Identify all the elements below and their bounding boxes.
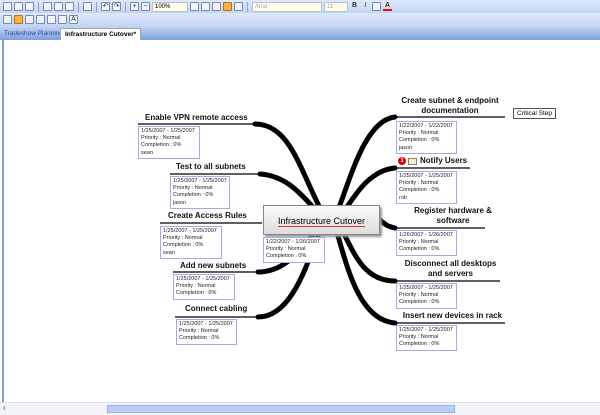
topic-title[interactable]: Notify Users (420, 156, 467, 166)
topic-title[interactable]: Insert new devices in rack (400, 311, 505, 321)
email-icon (408, 158, 417, 165)
topic-title[interactable]: Add new subnets (180, 261, 246, 271)
topic-info: 1/25/2007 - 1/25/2007 Priority : Normal Co… (396, 325, 457, 351)
connector (377, 217, 398, 231)
topic-info: 1/25/2007 - 1/25/2007 Priority : Normal Co… (170, 176, 230, 209)
topic-title[interactable]: Create subnet & endpoint documentation (395, 96, 505, 116)
central-topic-info: 1/22/2007 - 1/26/2007 Priority : Normal Co… (263, 237, 325, 263)
priority-1-icon: 1 (398, 157, 406, 165)
topic-info: 1/25/2007 - 1/25/2007 Priority : Normal Co… (160, 226, 222, 259)
topic-info: 1/26/2007 - 1/26/2007 Priority : Normal Co… (396, 230, 457, 256)
critical-step-callout[interactable]: Critical Step (513, 108, 557, 119)
topic-info: 1/25/2007 - 1/25/2007 Priority : Normal Co… (173, 274, 235, 300)
topic-info: 1/25/2007 - 1/25/2007 Priority : Normal Co… (138, 126, 200, 159)
connector (252, 121, 325, 215)
connector (335, 114, 398, 213)
topic-title[interactable]: Create Access Rules (168, 211, 247, 221)
topic-title[interactable]: Disconnect all desktops and servers (398, 259, 503, 279)
topic-info: 1/25/2007 - 1/25/2007 Priority : Normal Co… (396, 171, 457, 204)
central-topic[interactable]: Infrastructure Cutover (263, 205, 380, 235)
topic-info: 1/25/2007 - 1/25/2007 Priority : Normal Co… (176, 319, 237, 345)
topic-title[interactable]: Enable VPN remote access (145, 113, 248, 123)
scrollbar-thumb[interactable] (107, 405, 455, 413)
topic-info: 1/25/2007 - 1/25/2007 Priority : Normal Co… (396, 283, 457, 309)
horizontal-scrollbar[interactable]: ‹ (0, 402, 600, 415)
scroll-left-icon[interactable]: ‹ (3, 403, 6, 412)
topic-title[interactable]: Connect cabling (185, 304, 247, 314)
topic-info: 1/22/2007 - 1/22/2007 Priority : Normal Co… (396, 121, 457, 154)
topic-title[interactable]: Register hardware & software (398, 206, 508, 226)
topic-title[interactable]: Test to all subnets (176, 162, 246, 172)
